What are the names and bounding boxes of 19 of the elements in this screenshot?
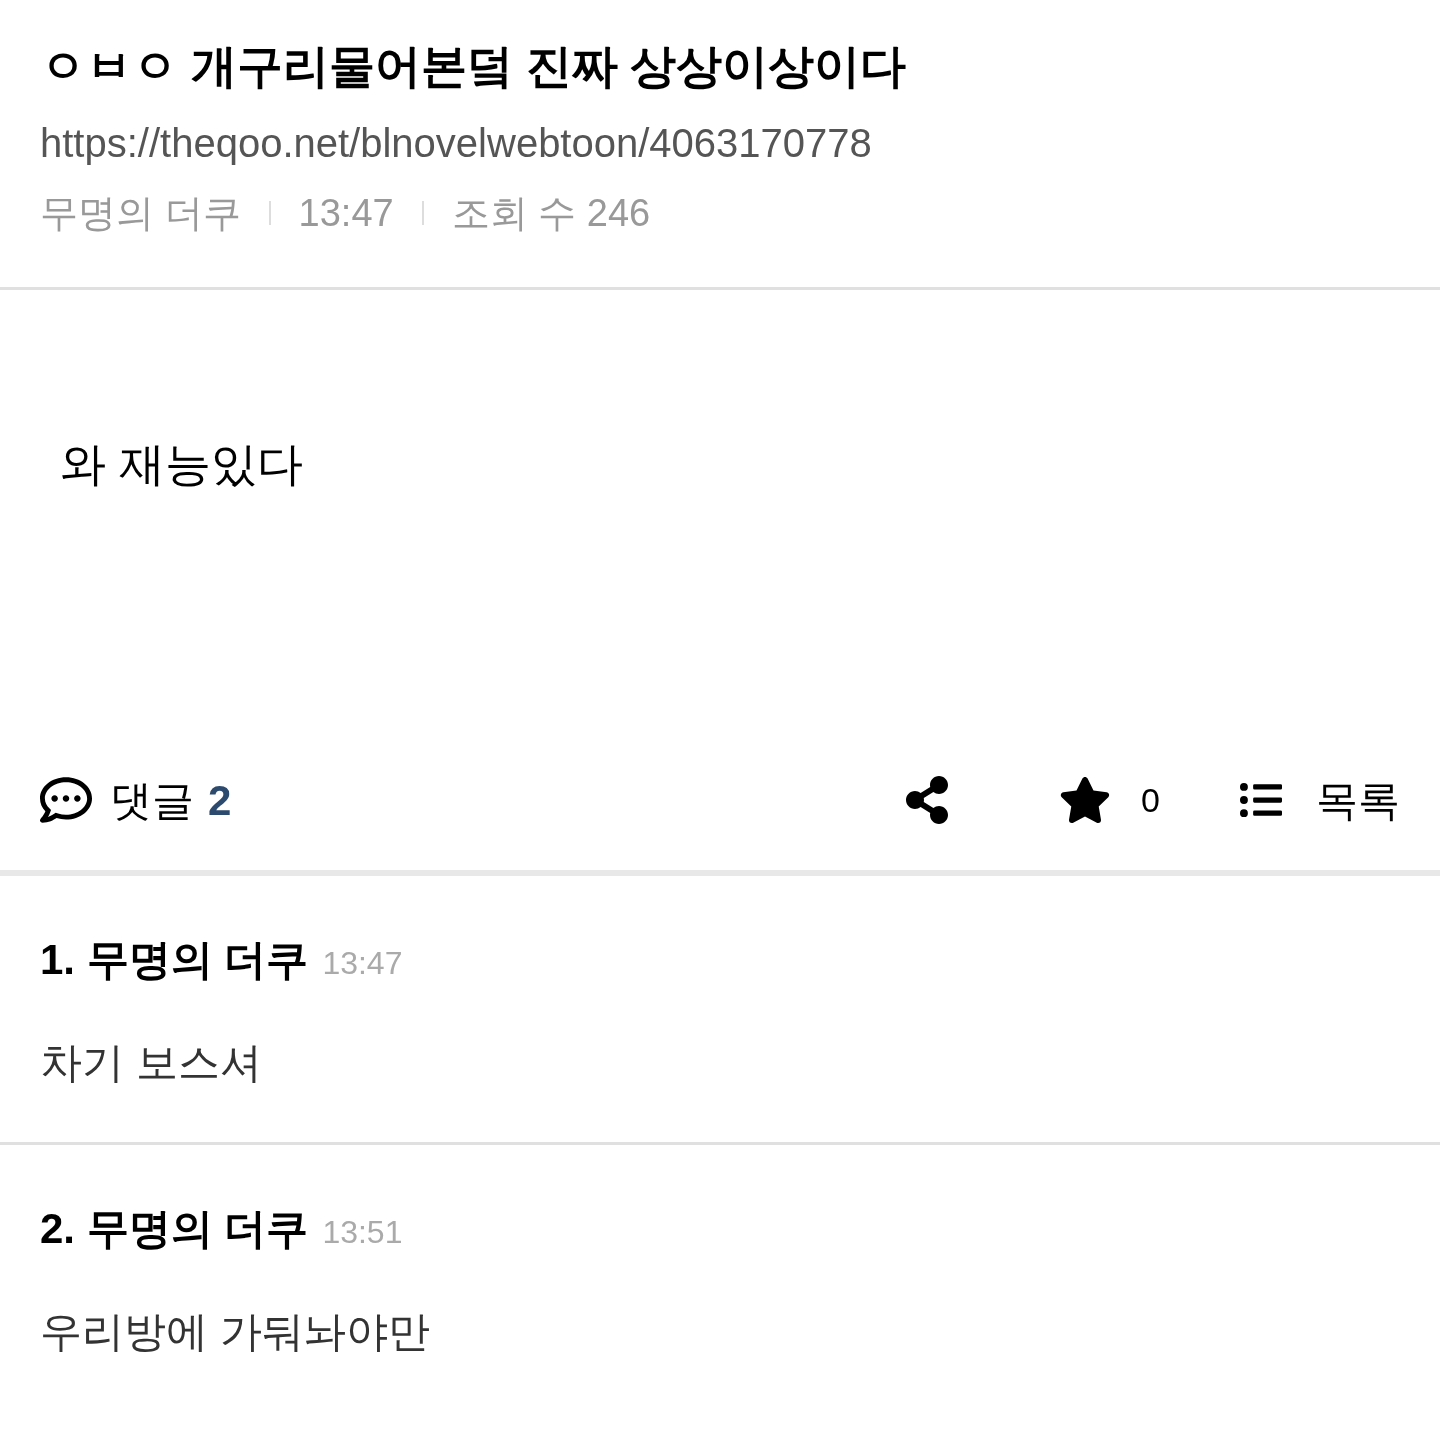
comment-text: 차기 보스셔 bbox=[40, 1038, 263, 1088]
comment-author: 1. 무명의 더쿠 bbox=[40, 935, 309, 985]
comment-count: 2 bbox=[208, 775, 232, 826]
share-icon[interactable] bbox=[905, 776, 950, 824]
comments-label[interactable]: 댓글 bbox=[110, 768, 194, 832]
star-icon[interactable] bbox=[1059, 775, 1112, 825]
view-count: 조회 수 246 bbox=[451, 190, 651, 236]
post-url[interactable]: https://theqoo.net/blnovelwebtoon/4063170778 bbox=[40, 117, 1400, 168]
list-label[interactable]: 목록 bbox=[1316, 768, 1400, 832]
post-body: 와 재능있다 bbox=[60, 437, 304, 492]
post-time: 13:47 bbox=[298, 190, 394, 236]
comment-time: 13:51 bbox=[322, 1213, 403, 1252]
author-name: 무명의 더쿠 bbox=[40, 190, 241, 236]
star-count: 0 bbox=[1141, 779, 1160, 821]
comment-time: 13:47 bbox=[322, 944, 403, 983]
comment-author: 2. 무명의 더쿠 bbox=[40, 1204, 309, 1254]
comment-icon bbox=[40, 774, 92, 826]
comment-text: 우리방에 가둬놔야만 bbox=[40, 1307, 431, 1357]
post-title: ㅇㅂㅇ 개구리물어본덬 진짜 상상이상이다 bbox=[40, 39, 908, 94]
